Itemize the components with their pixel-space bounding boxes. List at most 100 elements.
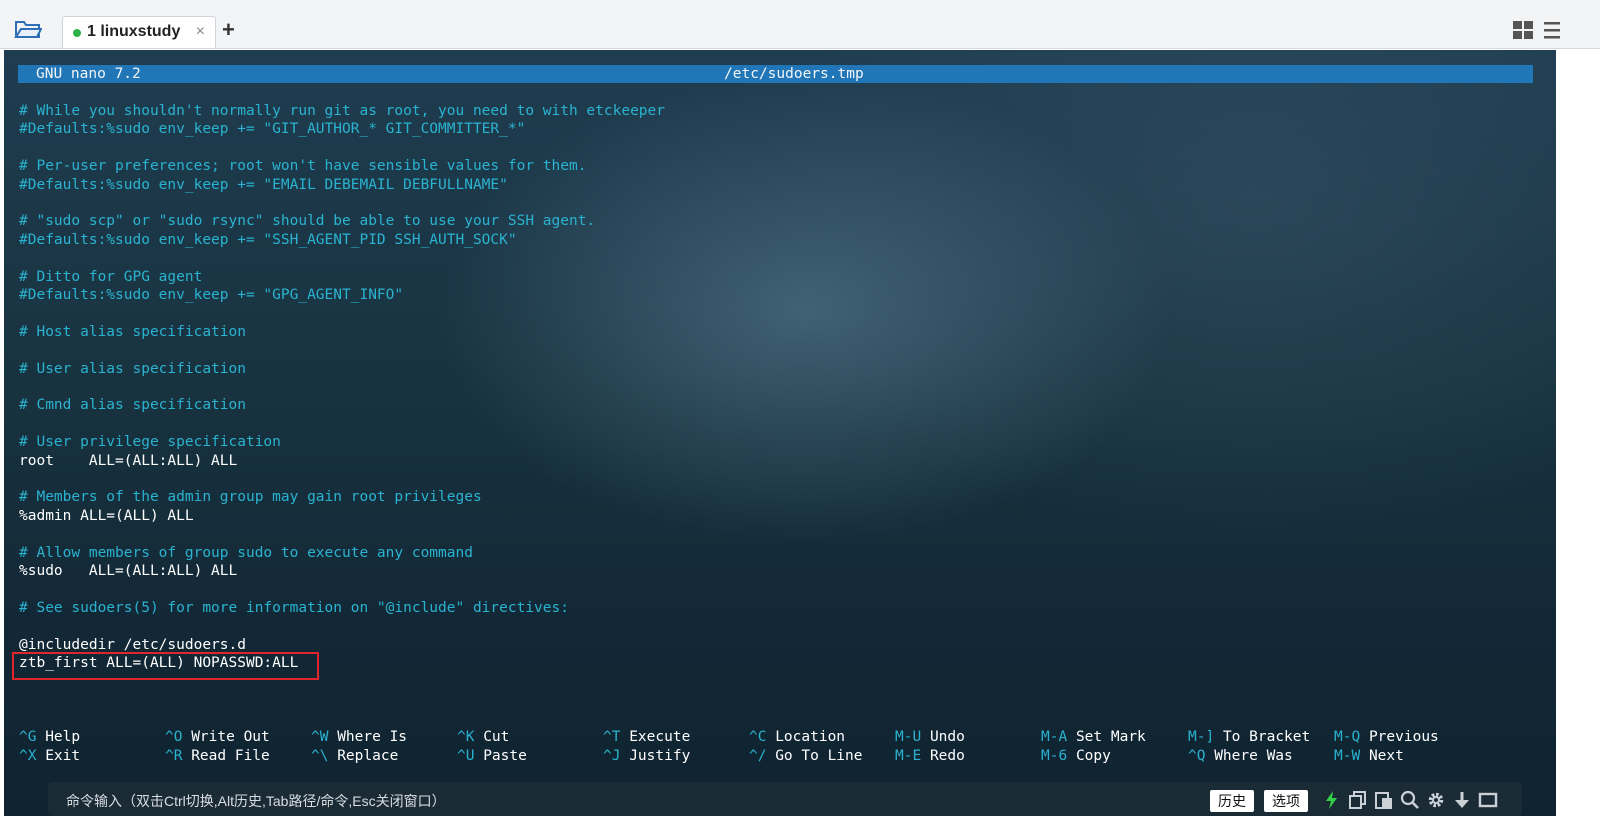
shortcut-label: Location — [775, 729, 846, 745]
nano-title-bar: GNU nano 7.2 /etc/sudoers.tmp — [18, 65, 1533, 83]
shortcut-key: ^R — [165, 748, 183, 764]
code-line: %admin ALL=(ALL) ALL — [19, 507, 194, 524]
shortcut-key: ^U — [457, 748, 475, 764]
shortcut-key: ^T — [603, 729, 621, 745]
shortcut-item: ^Q Where Was — [1188, 747, 1293, 765]
shortcut-item: ^W Where Is — [311, 728, 407, 746]
shortcut-item: ^K Cut — [457, 728, 509, 746]
shortcut-item: M-W Next — [1334, 747, 1404, 765]
comment-line: #Defaults:%sudo env_keep += "SSH_AGENT_P… — [19, 231, 517, 248]
add-tab-button[interactable]: + — [222, 19, 235, 41]
shortcut-item: M-Q Previous — [1334, 728, 1439, 746]
shortcut-label: Paste — [483, 748, 527, 764]
shortcut-item: ^U Paste — [457, 747, 527, 765]
shortcut-item: ^\ Replace — [311, 747, 398, 765]
shortcut-key: M-W — [1334, 748, 1361, 764]
shortcut-item: ^O Write Out — [165, 728, 270, 746]
shortcut-label: Write Out — [191, 729, 270, 745]
code-line: %sudo ALL=(ALL:ALL) ALL — [19, 563, 238, 579]
shortcut-key: ^K — [457, 729, 475, 745]
comment-line: # Allow members of group sudo to execute… — [19, 544, 473, 561]
shortcut-item: M-6 Copy — [1041, 747, 1111, 765]
shortcut-label: Undo — [929, 729, 965, 745]
comment-line: #Defaults:%sudo env_keep += "GIT_AUTHOR_… — [19, 121, 526, 138]
history-button[interactable]: 历史 — [1210, 790, 1254, 812]
shortcut-item: M-A Set Mark — [1041, 728, 1146, 746]
command-input-bar[interactable]: 命令输入（双击Ctrl切换,Alt历史,Tab路径/命令,Esc关闭窗口） 历史… — [48, 782, 1522, 816]
shortcut-label: Where Is — [337, 729, 408, 745]
shortcut-key: M-Q — [1334, 729, 1361, 745]
shortcut-item: ^C Location — [749, 728, 845, 746]
comment-line: # User alias specification — [19, 360, 246, 377]
shortcut-key: M-E — [895, 748, 922, 764]
comment-line: #Defaults:%sudo env_keep += "EMAIL DEBEM… — [19, 176, 508, 193]
shortcut-key: M-U — [895, 729, 922, 745]
shortcut-label: Execute — [629, 729, 691, 745]
shortcut-item: ^R Read File — [165, 747, 270, 765]
shortcut-key: M-A — [1041, 729, 1068, 745]
shortcut-label: Next — [1368, 748, 1404, 764]
command-input-placeholder[interactable]: 命令输入（双击Ctrl切换,Alt历史,Tab路径/命令,Esc关闭窗口） — [66, 791, 446, 811]
comment-line: # Per-user preferences; root won't have … — [19, 158, 587, 175]
shortcut-label: Redo — [929, 748, 965, 764]
comment-line: # "sudo scp" or "sudo rsync" should be a… — [19, 213, 596, 230]
shortcut-label: Exit — [45, 748, 81, 764]
shortcut-item: ^T Execute — [603, 728, 690, 746]
shortcut-item: ^J Justify — [603, 747, 690, 765]
tab-linuxstudy[interactable]: 1 linuxstudy × — [62, 16, 216, 48]
shortcut-key: ^O — [165, 729, 183, 745]
comment-line: # Ditto for GPG agent — [19, 268, 203, 285]
shortcut-item: M-U Undo — [895, 728, 965, 746]
maximize-icon[interactable] — [1478, 790, 1498, 810]
highlight-annotation — [12, 652, 319, 680]
shortcut-key: ^/ — [749, 748, 767, 764]
comment-line: # See sudoers(5) for more information on… — [19, 599, 569, 616]
shortcut-label: To Bracket — [1222, 729, 1311, 745]
gear-icon[interactable] — [1426, 790, 1446, 810]
shortcut-key: ^G — [19, 729, 37, 745]
shortcut-key: ^X — [19, 748, 37, 764]
shortcut-item: M-E Redo — [895, 747, 965, 765]
search-icon[interactable] — [1400, 790, 1420, 810]
shortcut-key: ^\ — [311, 748, 329, 764]
shortcut-item: ^G Help — [19, 728, 80, 746]
hamburger-menu-icon[interactable] — [1544, 21, 1560, 39]
tab-close-icon[interactable]: × — [196, 23, 205, 41]
comment-line: # Cmnd alias specification — [19, 397, 246, 414]
grid-view-icon[interactable] — [1513, 21, 1533, 39]
comment-line: #Defaults:%sudo env_keep += "GPG_AGENT_I… — [19, 287, 404, 303]
shortcut-label: Set Mark — [1075, 729, 1146, 745]
active-status-dot — [73, 29, 81, 37]
tab-title: 1 linuxstudy — [87, 23, 181, 40]
lightning-icon[interactable] — [1322, 790, 1342, 810]
copy-icon[interactable] — [1348, 790, 1368, 810]
tab-bar: 1 linuxstudy × + — [0, 0, 1600, 49]
shortcut-label: Copy — [1075, 748, 1111, 764]
nano-file-name: /etc/sudoers.tmp — [724, 66, 864, 82]
shortcut-label: Help — [45, 729, 81, 745]
shortcut-item: ^/ Go To Line — [749, 747, 863, 765]
shortcut-label: Justify — [629, 748, 691, 764]
shortcut-key: M-] — [1188, 729, 1215, 745]
shortcut-label: Previous — [1368, 729, 1439, 745]
shortcut-item: M-] To Bracket — [1188, 728, 1310, 746]
terminal-window[interactable]: GNU nano 7.2 /etc/sudoers.tmp # While yo… — [4, 50, 1556, 816]
paste-icon[interactable] — [1374, 790, 1394, 810]
comment-line: # User privilege specification — [19, 434, 281, 451]
shortcut-label: Cut — [483, 729, 510, 745]
shortcut-label: Go To Line — [775, 748, 863, 764]
download-icon[interactable] — [1452, 790, 1472, 810]
shortcut-key: M-6 — [1041, 748, 1068, 764]
comment-line: # Host alias specification — [19, 323, 246, 340]
folder-icon[interactable] — [14, 18, 42, 40]
shortcut-key: ^C — [749, 729, 767, 745]
shortcut-label: Replace — [337, 748, 399, 764]
shortcut-label: Read File — [191, 748, 270, 764]
code-line: root ALL=(ALL:ALL) ALL — [19, 452, 238, 469]
nano-version: GNU nano 7.2 — [36, 66, 141, 82]
shortcut-key: ^W — [311, 729, 329, 745]
options-button[interactable]: 选项 — [1264, 790, 1308, 812]
comment-line: # Members of the admin group may gain ro… — [19, 489, 482, 506]
shortcut-key: ^J — [603, 748, 621, 764]
comment-line: # While you shouldn't normally run git a… — [19, 103, 666, 119]
